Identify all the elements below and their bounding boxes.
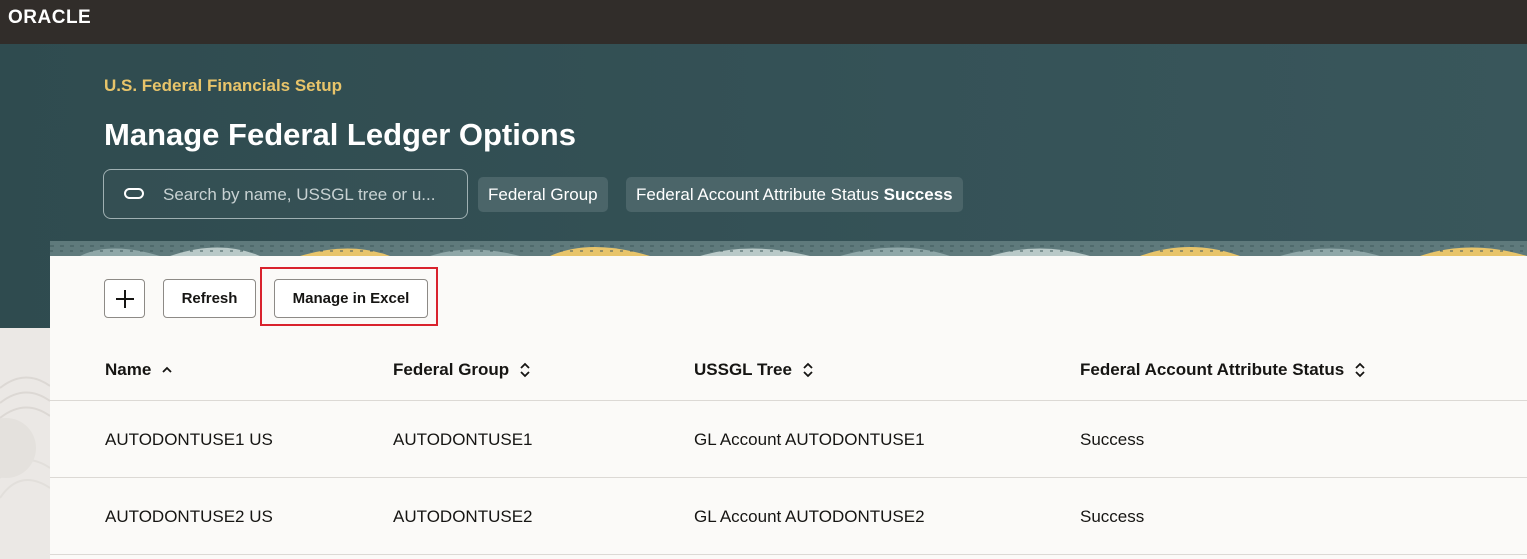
filter-chip-label: Federal Group [488, 185, 598, 204]
sort-both-icon [520, 362, 530, 378]
column-header-ussgl-tree[interactable]: USSGL Tree [694, 360, 814, 380]
search-placeholder: Search by name, USSGL tree or u... [163, 185, 436, 204]
filter-chip-account-attribute-status[interactable]: Federal Account Attribute Status Success [626, 177, 963, 212]
column-header-label: Federal Group [393, 360, 510, 379]
filter-chip-federal-group[interactable]: Federal Group [478, 177, 608, 212]
sort-ascending-icon [162, 366, 172, 373]
cell-name[interactable]: AUTODONTUSE1 US [105, 430, 273, 450]
manage-in-excel-button[interactable]: Manage in Excel [274, 279, 428, 318]
column-header-label: USSGL Tree [694, 360, 792, 379]
search-input[interactable]: Search by name, USSGL tree or u... [103, 169, 468, 219]
breadcrumb[interactable]: U.S. Federal Financials Setup [104, 76, 342, 96]
add-button[interactable] [104, 279, 145, 318]
cell-ussgl-tree: GL Account AUTODONTUSE1 [694, 430, 925, 449]
top-bar: ORACLE [0, 0, 1527, 44]
sort-both-icon [1355, 362, 1365, 378]
column-header-label: Name [105, 360, 152, 379]
cell-status: Success [1080, 430, 1145, 449]
cell-federal-group: AUTODONTUSE1 [393, 430, 533, 449]
row-divider [50, 554, 1527, 555]
decorative-band [50, 241, 1527, 256]
column-header-account-attribute-status[interactable]: Federal Account Attribute Status [1080, 360, 1366, 380]
column-header-federal-group[interactable]: Federal Group [393, 360, 531, 380]
filter-chip-label: Federal Account Attribute Status [636, 185, 879, 204]
filter-chip-value: Success [883, 185, 953, 204]
cell-status: Success [1080, 507, 1145, 526]
cell-federal-group: AUTODONTUSE2 [393, 507, 533, 526]
oracle-logo[interactable]: ORACLE [8, 7, 91, 29]
plus-icon [115, 289, 134, 308]
row-divider [50, 477, 1527, 478]
cell-ussgl-tree: GL Account AUTODONTUSE2 [694, 507, 925, 526]
cell-name[interactable]: AUTODONTUSE2 US [105, 507, 273, 527]
refresh-button[interactable]: Refresh [163, 279, 256, 318]
column-header-name[interactable]: Name [105, 360, 173, 380]
side-decoration [0, 328, 50, 559]
row-divider [50, 400, 1527, 401]
page-title: Manage Federal Ledger Options [104, 117, 576, 152]
column-header-label: Federal Account Attribute Status [1080, 360, 1345, 379]
results-panel: Refresh Manage in Excel Name Federal Gro… [50, 241, 1527, 559]
sort-both-icon [803, 362, 813, 378]
search-icon [124, 188, 144, 199]
